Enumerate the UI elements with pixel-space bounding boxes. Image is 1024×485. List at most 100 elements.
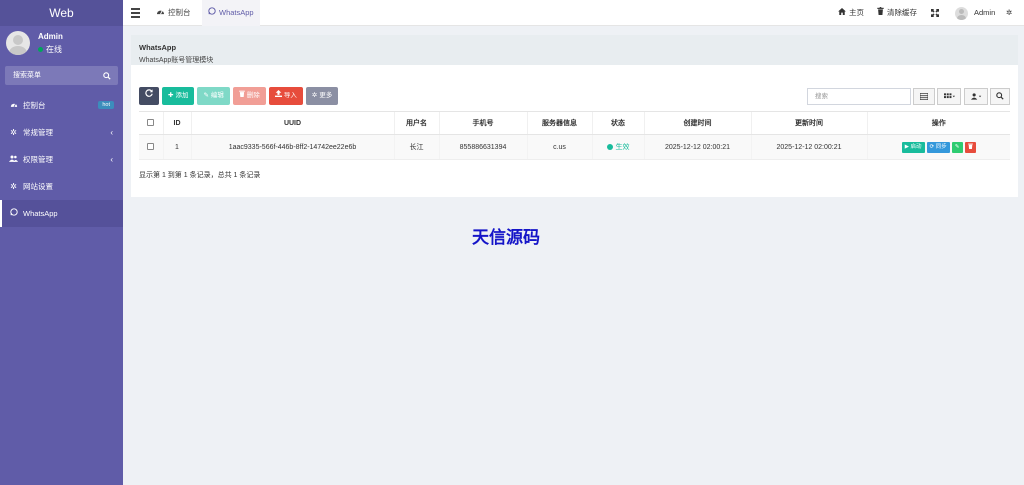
delete-button[interactable]: 删除 <box>232 87 266 105</box>
tab-label: WhatsApp <box>219 8 254 17</box>
row-edit-button[interactable]: ✎ <box>951 141 963 153</box>
menu-search-input[interactable]: 搜索菜单 <box>5 66 118 85</box>
clear-cache-label: 清除缓存 <box>887 8 917 17</box>
app-logo[interactable]: Web <box>0 0 123 26</box>
cell-ops: ▶ 启动 ⟳ 同步 ✎ <box>866 134 1010 160</box>
dashboard-icon <box>9 92 18 119</box>
user-name: Admin <box>38 32 63 41</box>
col-server[interactable]: 服务器信息 <box>526 111 592 135</box>
user-status-text: 在线 <box>46 45 62 54</box>
pencil-icon: ✎ <box>954 143 960 150</box>
col-updated[interactable]: 更新时间 <box>750 111 867 135</box>
group-icon <box>9 146 18 173</box>
table-search-placeholder: 搜索 <box>815 93 828 100</box>
more-button[interactable]: ✲ 更多 <box>305 87 339 105</box>
whatsapp-icon <box>208 0 216 26</box>
columns-dropdown-button[interactable] <box>937 88 961 105</box>
cell-updated: 2025-12-12 02:00:21 <box>750 134 867 160</box>
cell-server: c.us <box>526 134 592 160</box>
col-username[interactable]: 用户名 <box>393 111 439 135</box>
table-row[interactable]: 1 1aac9335-566f-446b-8ff2-14742ee22e6b 长… <box>139 134 1010 160</box>
watermark-text: 天信源码 <box>472 228 540 248</box>
sidebar-item-general[interactable]: ✲ 常规管理 ‹ <box>0 119 123 146</box>
user-panel: Admin 在线 <box>0 26 123 62</box>
sync-button[interactable]: ⟳ 同步 <box>926 141 950 153</box>
export-icon <box>970 93 982 100</box>
import-label: 导入 <box>283 92 297 99</box>
columns-icon <box>943 93 955 100</box>
row-select-cell[interactable] <box>139 134 163 160</box>
sidebar-item-site-settings[interactable]: ✲ 网站设置 <box>0 173 123 200</box>
user-menu[interactable]: Admin <box>955 0 995 26</box>
select-all-checkbox[interactable] <box>147 118 155 126</box>
import-button[interactable]: 导入 <box>268 87 303 105</box>
list-icon <box>919 92 929 100</box>
topbar-user-name: Admin <box>974 8 996 17</box>
hot-badge: hot <box>98 101 114 109</box>
table-search-input[interactable]: 搜索 <box>807 88 911 105</box>
tab-dashboard[interactable]: 控制台 <box>156 0 191 26</box>
delete-label: 删除 <box>246 92 260 99</box>
clear-cache-button[interactable]: 清除缓存 <box>877 0 917 26</box>
col-created[interactable]: 创建时间 <box>643 111 751 135</box>
refresh-icon <box>145 87 153 105</box>
row-actions: ▶ 启动 ⟳ 同步 ✎ <box>901 141 976 153</box>
start-label: 启动 <box>910 143 922 150</box>
sidebar-item-whatsapp[interactable]: WhatsApp <box>0 200 123 227</box>
cell-id: 1 <box>162 134 191 160</box>
status-text: 生效 <box>615 144 630 151</box>
menu-toggle-icon[interactable] <box>131 8 140 18</box>
toolbar: ✚ 添加 ✎ 编辑 删除 导入 ✲ 更多 <box>139 87 339 105</box>
start-button[interactable]: ▶ 启动 <box>901 141 925 153</box>
settings-cogs-icon[interactable]: ✲ <box>1006 0 1012 26</box>
select-all-header[interactable] <box>139 111 163 135</box>
add-button[interactable]: ✚ 添加 <box>162 87 195 105</box>
plus-icon: ✚ <box>168 92 174 99</box>
data-table: ID UUID 用户名 手机号 服务器信息 状态 创建时间 更新时间 操作 1 … <box>139 111 1010 160</box>
home-label: 主页 <box>849 8 864 17</box>
advanced-search-button[interactable] <box>990 88 1010 105</box>
add-label: 添加 <box>175 92 189 99</box>
col-id[interactable]: ID <box>162 111 191 135</box>
chevron-left-icon: ‹ <box>110 155 113 164</box>
export-dropdown-button[interactable] <box>964 88 988 105</box>
cell-status: 生效 <box>591 134 644 160</box>
more-label: 更多 <box>319 92 333 99</box>
toggle-view-button[interactable] <box>913 88 935 105</box>
sidebar-menu: 控制台 hot ✲ 常规管理 ‹ 权限管理 ‹ ✲ 网站设置 WhatsApp <box>0 92 123 227</box>
home-link[interactable]: 主页 <box>838 0 864 26</box>
sidebar-item-label: 网站设置 <box>23 182 53 191</box>
tab-label: 控制台 <box>168 8 191 17</box>
refresh-button[interactable] <box>139 87 159 105</box>
avatar <box>955 6 968 20</box>
cell-username: 长江 <box>393 134 439 160</box>
cell-uuid: 1aac9335-566f-446b-8ff2-14742ee22e6b <box>190 134 394 160</box>
online-dot-icon <box>38 47 43 52</box>
chevron-left-icon: ‹ <box>110 128 113 137</box>
content-panel: WhatsApp WhatsApp账号管理模块 ✚ 添加 ✎ 编辑 删除 导入 <box>131 35 1018 197</box>
sidebar: Web Admin 在线 搜索菜单 控制台 hot ✲ 常规管理 ‹ 权限管理 … <box>0 0 123 485</box>
status-dot-icon <box>606 144 613 150</box>
status-badge: 生效 <box>606 142 630 152</box>
cog-icon: ✲ <box>311 92 318 99</box>
cogs-icon: ✲ <box>10 128 17 137</box>
col-uuid[interactable]: UUID <box>190 111 394 135</box>
search-icon <box>996 92 1004 100</box>
sidebar-item-permissions[interactable]: 权限管理 ‹ <box>0 146 123 173</box>
sidebar-item-label: 控制台 <box>23 101 46 110</box>
sidebar-item-label: WhatsApp <box>23 209 58 218</box>
edit-button[interactable]: ✎ 编辑 <box>197 87 230 105</box>
row-delete-button[interactable] <box>964 141 976 153</box>
search-icon[interactable] <box>103 66 111 85</box>
cell-phone: 855886631394 <box>438 134 527 160</box>
trash-icon <box>877 0 884 26</box>
col-status[interactable]: 状态 <box>591 111 644 135</box>
col-ops: 操作 <box>866 111 1010 135</box>
sidebar-item-dashboard[interactable]: 控制台 hot <box>0 92 123 119</box>
row-checkbox[interactable] <box>147 142 155 150</box>
upload-icon <box>274 87 282 105</box>
col-phone[interactable]: 手机号 <box>438 111 527 135</box>
fullscreen-icon[interactable] <box>931 0 939 26</box>
table-header-row: ID UUID 用户名 手机号 服务器信息 状态 创建时间 更新时间 操作 <box>139 111 1010 135</box>
tab-whatsapp[interactable]: WhatsApp <box>202 0 260 26</box>
